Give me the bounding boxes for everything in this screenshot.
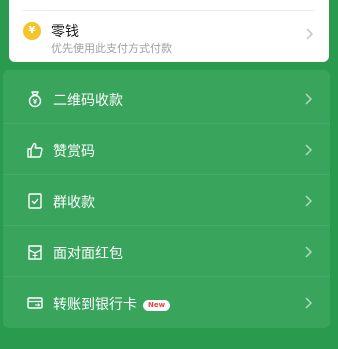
menu-item-qr-receive[interactable]: 二维码收款 bbox=[3, 74, 330, 124]
red-packet-icon bbox=[28, 245, 42, 260]
menu-item-label: 赞赏码 bbox=[53, 144, 95, 160]
menu-item-group-receive[interactable]: 群收款 bbox=[3, 176, 330, 226]
card-divider bbox=[23, 10, 315, 11]
chevron-right-icon bbox=[305, 246, 312, 258]
menu-item-label: 群收款 bbox=[53, 195, 95, 211]
menu-item-label: 面对面红包 bbox=[53, 246, 123, 262]
chevron-right-icon bbox=[306, 28, 313, 40]
row-divider bbox=[3, 276, 330, 277]
yuan-coin-icon: ¥ bbox=[23, 22, 41, 40]
menu-item-label: 转账到银行卡 New bbox=[53, 294, 171, 314]
menu-item-bank-transfer[interactable]: 转账到银行卡 New bbox=[3, 278, 330, 328]
chevron-right-icon bbox=[305, 195, 312, 207]
menu-item-appreciation-code[interactable]: 赞赏码 bbox=[3, 125, 330, 175]
row-divider bbox=[3, 225, 330, 226]
thumbs-up-icon bbox=[27, 142, 43, 158]
row-divider bbox=[3, 174, 330, 175]
new-badge: New bbox=[143, 300, 171, 311]
row-divider bbox=[3, 123, 330, 124]
bank-card-transfer-icon bbox=[27, 297, 43, 309]
qr-money-bag-icon bbox=[28, 91, 42, 108]
menu-item-face-to-face-red-packet[interactable]: 面对面红包 bbox=[3, 227, 330, 277]
chevron-right-icon bbox=[305, 93, 312, 105]
wallet-payment-card[interactable]: ¥ 零钱 优先使用此支付方式付款 bbox=[9, 0, 329, 62]
wallet-card-subtitle: 优先使用此支付方式付款 bbox=[51, 42, 172, 55]
wallet-card-title: 零钱 bbox=[51, 24, 79, 40]
chevron-right-icon bbox=[305, 144, 312, 156]
payment-options-panel: 二维码收款 赞赏码 群收款 面对面红包 转账到银行卡 New bbox=[3, 70, 330, 328]
menu-item-label-text: 转账到银行卡 bbox=[53, 297, 137, 313]
group-receipt-icon bbox=[28, 193, 42, 209]
chevron-right-icon bbox=[305, 297, 312, 309]
menu-item-label: 二维码收款 bbox=[53, 93, 123, 109]
